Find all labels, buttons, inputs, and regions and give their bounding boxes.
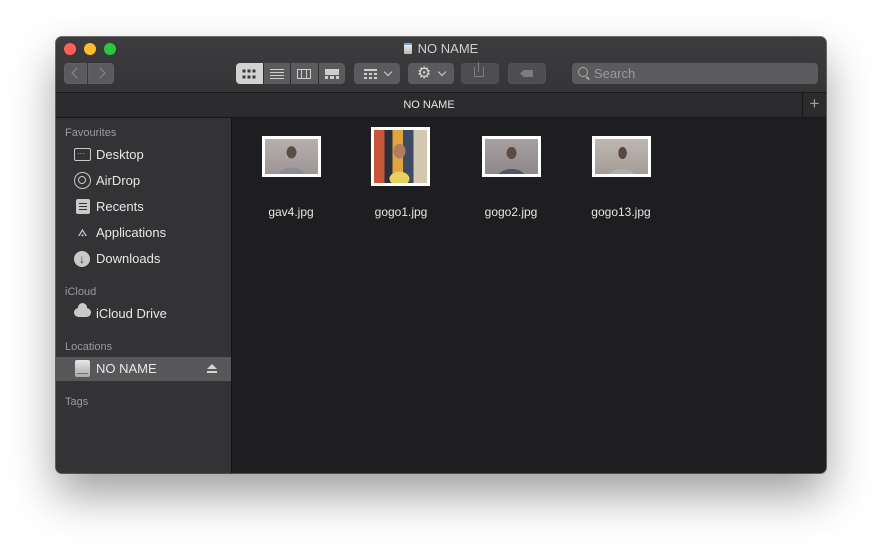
sidebar-section-tags: Tags xyxy=(65,396,89,408)
sidebar-item-label: Desktop xyxy=(96,147,144,162)
tab-bar: NO NAME + xyxy=(56,93,826,118)
sidebar-item-no-name[interactable]: NO NAME xyxy=(56,357,231,381)
view-mode-segmented-control xyxy=(236,63,345,84)
chevron-down-icon xyxy=(383,67,393,77)
downloads-icon xyxy=(74,251,90,267)
file-name: gogo2.jpg xyxy=(484,205,538,219)
drive-icon xyxy=(75,360,90,377)
file-browser-content[interactable]: gav4.jpg gogo1.jpg gogo2.jpg gogo13.jpg xyxy=(232,118,826,473)
columns-icon xyxy=(297,68,312,79)
file-name: gav4.jpg xyxy=(268,205,314,219)
file-item[interactable]: gogo2.jpg xyxy=(456,127,566,219)
tag-button[interactable] xyxy=(508,63,546,84)
eject-icon[interactable] xyxy=(207,364,217,374)
tab-no-name[interactable]: NO NAME xyxy=(56,93,802,117)
image-thumbnail xyxy=(371,127,430,186)
file-item[interactable]: gav4.jpg xyxy=(236,127,346,219)
gallery-view-button[interactable] xyxy=(318,63,345,84)
title-bar[interactable]: NO NAME ⚙ xyxy=(56,37,826,93)
back-button[interactable] xyxy=(64,63,87,84)
file-item[interactable]: gogo1.jpg xyxy=(346,127,456,219)
sidebar-section-favourites: Favourites xyxy=(65,127,117,139)
sidebar-item-label: Recents xyxy=(96,199,144,214)
photo-preview xyxy=(265,139,318,174)
applications-icon: ⟑ xyxy=(77,223,88,240)
list-view-button[interactable] xyxy=(263,63,291,84)
action-dropdown[interactable]: ⚙ xyxy=(408,63,454,84)
drive-icon xyxy=(403,43,412,54)
photo-preview xyxy=(374,130,427,183)
recents-icon xyxy=(76,199,90,214)
forward-button[interactable] xyxy=(88,63,114,84)
group-grid-icon xyxy=(364,69,377,79)
sidebar-item-label: NO NAME xyxy=(96,361,157,376)
sidebar-item-label: Downloads xyxy=(96,251,161,266)
sidebar: Favourites Desktop AirDrop Recents ⟑ App… xyxy=(56,118,232,473)
group-by-dropdown[interactable] xyxy=(354,63,400,84)
grid-icon xyxy=(242,69,256,78)
image-thumbnail xyxy=(482,136,541,177)
search-input[interactable] xyxy=(594,63,809,84)
window-title-text: NO NAME xyxy=(417,41,479,56)
chevron-right-icon xyxy=(94,67,106,79)
sidebar-section-icloud: iCloud xyxy=(65,286,97,298)
gallery-icon xyxy=(324,68,339,79)
sidebar-item-label: AirDrop xyxy=(96,173,141,188)
photo-preview xyxy=(485,139,538,174)
chevron-down-icon xyxy=(437,67,447,77)
image-thumbnail xyxy=(592,136,651,177)
sidebar-item-recents[interactable]: Recents xyxy=(56,195,231,219)
file-name: gogo13.jpg xyxy=(591,205,651,219)
sidebar-item-label: iCloud Drive xyxy=(96,306,167,321)
sidebar-item-applications[interactable]: ⟑ Applications xyxy=(56,221,231,245)
window-title: NO NAME xyxy=(56,41,826,57)
file-name: gogo1.jpg xyxy=(374,205,428,219)
sidebar-item-label: Applications xyxy=(96,225,167,240)
sidebar-item-desktop[interactable]: Desktop xyxy=(56,143,231,167)
desktop-icon xyxy=(74,148,91,161)
tag-icon xyxy=(520,70,533,77)
list-icon xyxy=(269,68,284,79)
airdrop-icon xyxy=(74,172,91,189)
share-button[interactable] xyxy=(461,62,499,84)
search-icon xyxy=(578,67,588,77)
sidebar-item-airdrop[interactable]: AirDrop xyxy=(56,169,231,193)
file-item[interactable]: gogo13.jpg xyxy=(566,127,676,219)
image-thumbnail xyxy=(262,136,321,177)
finder-window: NO NAME ⚙ NO NAME + Favourites xyxy=(56,37,826,473)
search-field[interactable] xyxy=(572,63,818,84)
gear-icon: ⚙ xyxy=(417,65,432,82)
sidebar-item-icloud-drive[interactable]: iCloud Drive xyxy=(56,302,231,326)
sidebar-item-downloads[interactable]: Downloads xyxy=(56,247,231,271)
column-view-button[interactable] xyxy=(291,63,319,84)
sidebar-section-locations: Locations xyxy=(65,341,113,353)
chevron-left-icon xyxy=(71,67,83,79)
new-tab-button[interactable]: + xyxy=(802,93,826,117)
photo-preview xyxy=(595,139,648,174)
icon-view-button[interactable] xyxy=(236,63,264,84)
cloud-icon xyxy=(74,303,91,317)
share-icon xyxy=(474,62,484,77)
